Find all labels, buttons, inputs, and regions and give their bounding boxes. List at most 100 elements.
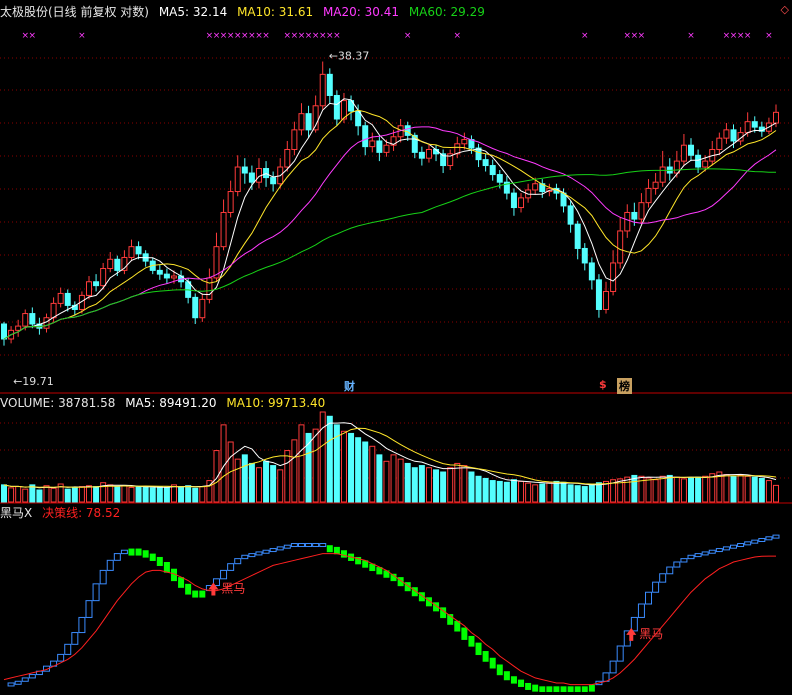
vol-ma10-label: MA10: 99713.40 bbox=[226, 396, 326, 410]
signal-mark: × bbox=[262, 31, 270, 41]
sou-marker[interactable]: $ bbox=[599, 378, 607, 391]
candle-body bbox=[532, 183, 539, 191]
indicator-up-step bbox=[737, 543, 745, 548]
volume-bar bbox=[404, 462, 411, 503]
volume-bar bbox=[645, 477, 652, 503]
candle-body bbox=[163, 273, 170, 279]
volume-bar bbox=[652, 479, 659, 503]
candle-body bbox=[723, 129, 730, 139]
candle-body bbox=[64, 292, 71, 306]
signal-mark: × bbox=[29, 31, 37, 41]
candle-body bbox=[652, 181, 659, 189]
indicator-down-step bbox=[539, 686, 546, 694]
volume-bar bbox=[163, 486, 170, 503]
volume-bar bbox=[376, 454, 383, 503]
ma20-label: MA20: 30.41 bbox=[322, 5, 399, 19]
indicator-up-step bbox=[715, 548, 723, 553]
candle-body bbox=[369, 140, 376, 148]
volume-bar bbox=[758, 477, 765, 503]
heima-arrow-icon bbox=[208, 582, 219, 596]
volume-bar bbox=[581, 486, 588, 503]
volume-bar bbox=[595, 482, 602, 503]
candle-body bbox=[29, 313, 36, 325]
volume-bar bbox=[673, 476, 680, 503]
indicator-up-step bbox=[28, 674, 36, 679]
candle-body bbox=[680, 144, 687, 162]
candle-body bbox=[57, 292, 64, 304]
volume-bar bbox=[156, 486, 163, 503]
indicator-up-step bbox=[701, 551, 709, 556]
indicator-up-step bbox=[772, 534, 780, 539]
indicator-up-step bbox=[305, 543, 313, 548]
indicator-up-step bbox=[106, 559, 114, 571]
volume-bar bbox=[50, 487, 57, 503]
indicator-down-step bbox=[142, 550, 149, 558]
volume-bar bbox=[730, 475, 737, 503]
volume-bar bbox=[255, 467, 262, 503]
candle-body bbox=[716, 137, 723, 150]
volume-bar bbox=[142, 486, 149, 503]
volume-bar bbox=[695, 476, 702, 503]
candle-body bbox=[284, 148, 291, 168]
decision-line bbox=[3, 553, 776, 686]
indicator-up-step bbox=[21, 677, 29, 682]
candle-body bbox=[744, 121, 751, 134]
candle-body bbox=[638, 202, 645, 220]
candle-body bbox=[220, 211, 227, 248]
candle-body bbox=[85, 281, 92, 296]
candle-body bbox=[617, 230, 624, 264]
candle-body bbox=[135, 246, 142, 255]
signal-mark: × bbox=[333, 31, 341, 41]
volume-header: VOLUME: 38781.58 MA5: 89491.20 MA10: 997… bbox=[0, 395, 331, 411]
diamond-icon[interactable]: ◇ bbox=[781, 3, 789, 16]
candle-body bbox=[510, 192, 517, 209]
candle-body bbox=[156, 269, 163, 275]
candle-body bbox=[518, 197, 525, 209]
volume-bar bbox=[270, 465, 277, 503]
volume-bar bbox=[78, 486, 85, 503]
heima-signal-label: 黑马 bbox=[221, 582, 245, 596]
volume-bar bbox=[397, 458, 404, 503]
volume-bar bbox=[518, 480, 525, 503]
indicator-up-step bbox=[78, 616, 86, 634]
indicator-down-step bbox=[482, 651, 489, 662]
indicator-down-step bbox=[185, 583, 192, 595]
volume-bar bbox=[85, 485, 92, 503]
candle-body bbox=[425, 148, 432, 159]
volume-label: VOLUME: 38781.58 bbox=[0, 396, 116, 410]
indicator-up-step bbox=[637, 603, 645, 618]
volume-bar bbox=[737, 474, 744, 503]
indicator-down-step bbox=[567, 686, 574, 694]
indicator-down-step bbox=[156, 556, 163, 566]
volume-bar bbox=[525, 482, 532, 503]
indicator-up-step bbox=[645, 591, 653, 605]
indicator-down-step bbox=[553, 686, 560, 694]
volume-bar bbox=[567, 484, 574, 503]
indicator-up-step bbox=[730, 544, 738, 549]
indicator-up-step bbox=[248, 553, 256, 558]
candle-body bbox=[482, 159, 489, 167]
volume-bar bbox=[71, 486, 78, 503]
indicator-up-step bbox=[64, 643, 72, 655]
indicator-up-step bbox=[85, 600, 93, 618]
candle-body bbox=[1, 323, 7, 340]
volume-bar bbox=[383, 460, 390, 503]
candle-body bbox=[702, 160, 709, 168]
volume-bar bbox=[355, 437, 362, 503]
candle-body bbox=[418, 151, 425, 159]
candle-body bbox=[100, 268, 107, 287]
ma10-line bbox=[3, 109, 777, 340]
finance-marker[interactable]: 财 bbox=[344, 378, 355, 394]
indicator-up-step bbox=[120, 549, 128, 555]
candle-body bbox=[93, 281, 100, 287]
indicator-up-step bbox=[609, 660, 617, 674]
candle-body bbox=[574, 223, 581, 249]
candle-body bbox=[362, 125, 369, 148]
bang-marker[interactable]: 榜 bbox=[617, 378, 632, 394]
candle-body bbox=[751, 121, 758, 128]
indicator-down-step bbox=[560, 686, 567, 694]
volume-bar bbox=[298, 424, 305, 503]
indicator-down-step bbox=[581, 686, 588, 694]
indicator-down-step bbox=[510, 676, 517, 684]
indicator-up-step bbox=[680, 558, 688, 563]
